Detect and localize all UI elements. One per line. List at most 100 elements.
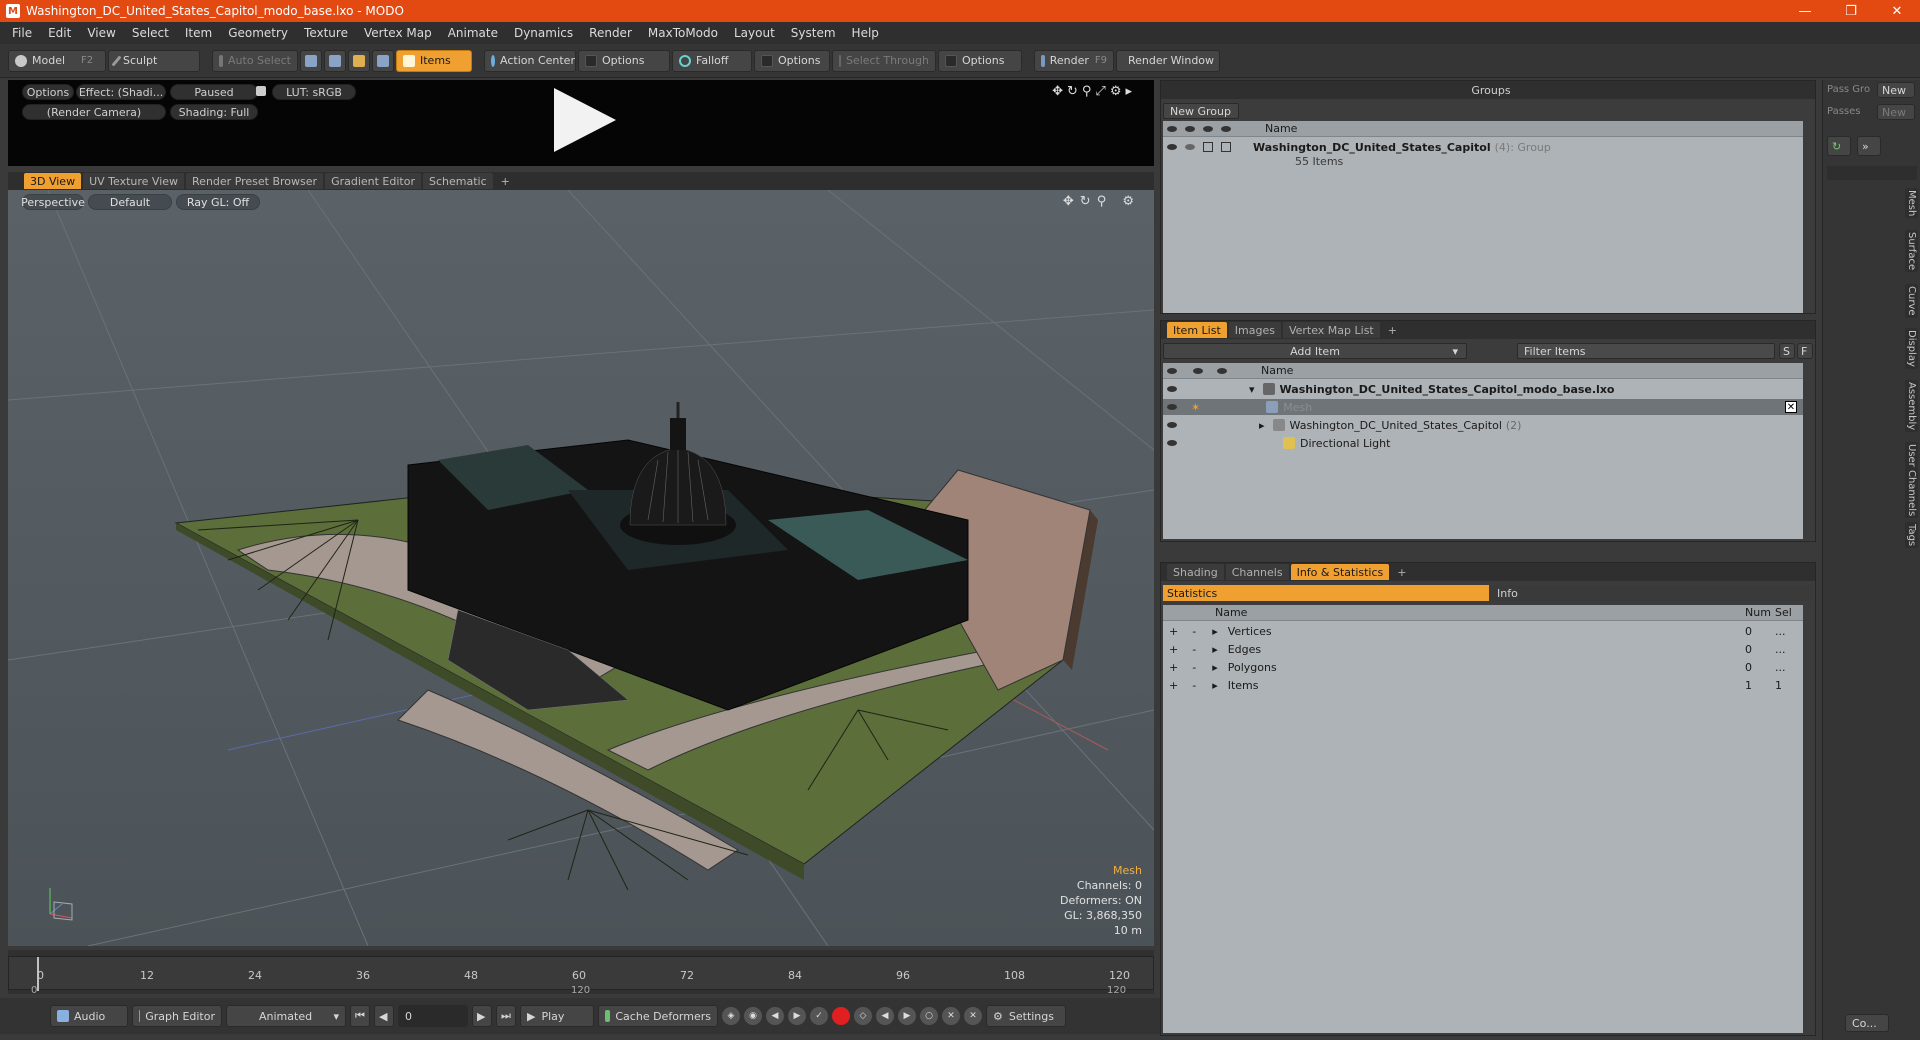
cache-deformers-button[interactable]: Cache Deformers	[598, 1005, 718, 1027]
new-group-button[interactable]: New Group	[1163, 103, 1239, 119]
viewport-nav-icons[interactable]: ✥↻⚲ ⚙	[1063, 194, 1140, 209]
tab-uv-texture-view[interactable]: UV Texture View	[83, 173, 185, 189]
channel-icon[interactable]: ○	[920, 1007, 938, 1025]
menu-select[interactable]: Select	[124, 26, 177, 40]
add-tab-button[interactable]: +	[495, 173, 516, 189]
command-input[interactable]: Co...	[1845, 1014, 1889, 1032]
statistics-table[interactable]: Name Num Sel + - ▸ Vertices 0 ... + - ▸ Edge…	[1163, 605, 1803, 1033]
3d-viewport[interactable]: Perspective Default Ray GL: Off ✥↻⚲ ⚙ Me…	[8, 190, 1154, 946]
visibility-icon[interactable]	[1167, 404, 1177, 410]
record-icon[interactable]	[832, 1007, 850, 1025]
tab-shading[interactable]: Shading	[1167, 564, 1224, 580]
falloff-button[interactable]: Falloff	[672, 49, 752, 72]
edges-mode-button[interactable]	[324, 49, 346, 72]
menu-edit[interactable]: Edit	[40, 26, 79, 40]
prev-key-icon[interactable]: ◀	[766, 1007, 784, 1025]
menu-render[interactable]: Render	[581, 26, 640, 40]
side-tab-mesh[interactable]: Mesh	[1905, 188, 1918, 219]
menu-help[interactable]: Help	[844, 26, 887, 40]
close-icon[interactable]: ✕	[1874, 0, 1920, 22]
select-checkbox[interactable]	[1203, 142, 1213, 152]
render-button[interactable]: Render F9	[1034, 49, 1114, 72]
stats-row[interactable]: + - ▸ Edges 0 ...	[1163, 641, 1803, 657]
chevron-down-icon[interactable]: ▾	[1249, 383, 1255, 396]
tab-channels[interactable]: Channels	[1225, 564, 1289, 580]
menu-vertex-map[interactable]: Vertex Map	[356, 26, 440, 40]
default-style-dropdown[interactable]: Default	[88, 194, 172, 210]
lock-icon[interactable]	[256, 86, 266, 96]
polygons-mode-button[interactable]	[348, 49, 370, 72]
menu-geometry[interactable]: Geometry	[220, 26, 296, 40]
item-row-group[interactable]: ▸ Washington_DC_United_States_Capitol (2…	[1163, 417, 1803, 433]
visibility-icon[interactable]	[1167, 144, 1177, 150]
channel-remove-icon[interactable]: ✕	[964, 1007, 982, 1025]
menu-texture[interactable]: Texture	[296, 26, 356, 40]
render-toggle-icon[interactable]: ✶	[1191, 401, 1200, 414]
settings-button[interactable]: ⚙ Settings	[986, 1005, 1066, 1027]
tab-render-preset-browser[interactable]: Render Preset Browser	[186, 173, 324, 189]
side-tab-tags[interactable]: Tags	[1905, 522, 1918, 549]
menu-dynamics[interactable]: Dynamics	[506, 26, 581, 40]
visibility-icon[interactable]	[1167, 440, 1177, 446]
side-tab-user-channels[interactable]: User Channels	[1905, 442, 1918, 519]
audio-button[interactable]: Audio	[50, 1005, 128, 1027]
action-center-button[interactable]: Action Center	[484, 49, 576, 72]
preview-options-button[interactable]: Options	[22, 84, 74, 100]
raygl-dropdown[interactable]: Ray GL: Off	[176, 194, 260, 210]
timeline-ruler[interactable]: 0 12 24 36 48 60 72 84 96 108 120 0 120 …	[8, 956, 1154, 996]
minus-icon[interactable]: -	[1192, 643, 1196, 656]
filter-items-input[interactable]: Filter Items	[1517, 343, 1775, 359]
plus-icon[interactable]: +	[1169, 625, 1178, 638]
side-tab-surface[interactable]: Surface	[1905, 230, 1918, 273]
tab-vertex-map-list[interactable]: Vertex Map List	[1282, 322, 1380, 338]
refresh-icon[interactable]: ↻	[1827, 136, 1851, 156]
channel-delete-icon[interactable]: ✕	[942, 1007, 960, 1025]
menu-system[interactable]: System	[783, 26, 844, 40]
render-window-button[interactable]: Render Window	[1116, 49, 1220, 72]
go-to-end-button[interactable]: ⏭	[496, 1005, 516, 1027]
sculpt-button[interactable]: Sculpt	[108, 49, 200, 72]
auto-select-button[interactable]: Auto Select	[212, 49, 298, 72]
key-filter-icon[interactable]: ◇	[854, 1007, 872, 1025]
skip-forward-icon[interactable]: ▶	[898, 1007, 916, 1025]
add-item-dropdown[interactable]: Add Item ▾	[1163, 343, 1467, 359]
graph-editor-button[interactable]: Graph Editor	[132, 1005, 222, 1027]
filter-s-button[interactable]: S	[1779, 343, 1795, 359]
tab-images[interactable]: Images	[1228, 322, 1281, 338]
group-row[interactable]: Washington_DC_United_States_Capitol (4) …	[1163, 139, 1551, 155]
frame-input[interactable]: 0	[398, 1005, 468, 1027]
action-center-options-button[interactable]: Options	[578, 49, 670, 72]
render-checkbox[interactable]	[1221, 142, 1231, 152]
item-tree[interactable]: Name ▾ Washington_DC_United_States_Capit…	[1163, 363, 1803, 539]
play-button[interactable]: ▶ Play	[520, 1005, 594, 1027]
select-through-button[interactable]: Select Through	[832, 49, 936, 72]
tab-schematic[interactable]: Schematic	[423, 173, 493, 189]
side-tab-assembly[interactable]: Assembly	[1905, 380, 1918, 433]
lock-icon[interactable]	[1185, 144, 1195, 150]
tab-gradient-editor[interactable]: Gradient Editor	[325, 173, 421, 189]
preview-nav-icons[interactable]: ✥↻⚲⤢⚙▸	[1052, 84, 1136, 99]
paused-toggle[interactable]: Paused	[170, 84, 258, 100]
plus-icon[interactable]: +	[1169, 643, 1178, 656]
item-row-light[interactable]: Directional Light	[1163, 435, 1803, 451]
info-tab[interactable]: Info	[1491, 585, 1813, 601]
perspective-dropdown[interactable]: Perspective	[21, 194, 85, 210]
items-mode-button[interactable]: Items	[396, 49, 472, 72]
chevron-right-icon[interactable]: ▸	[1212, 643, 1218, 656]
play-icon[interactable]	[554, 88, 616, 152]
new-pass-group-button[interactable]: New	[1877, 82, 1915, 98]
stats-row[interactable]: + - ▸ Items 1 1	[1163, 677, 1803, 693]
plus-icon[interactable]: +	[1169, 661, 1178, 674]
chevron-right-icon[interactable]: ▸	[1212, 625, 1218, 638]
shading-dropdown[interactable]: Shading: Full	[170, 104, 258, 120]
auto-key-icon[interactable]: ◉	[744, 1007, 762, 1025]
chevron-right-icon[interactable]: ▸	[1259, 419, 1265, 432]
vertices-mode-button[interactable]	[300, 49, 322, 72]
tab-item-list[interactable]: Item List	[1167, 322, 1227, 338]
animated-dropdown[interactable]: Animated ▾	[226, 1005, 346, 1027]
camera-dropdown[interactable]: (Render Camera)	[22, 104, 166, 120]
minus-icon[interactable]: -	[1192, 679, 1196, 692]
falloff-options-button[interactable]: Options	[754, 49, 830, 72]
effect-dropdown[interactable]: Effect: (Shadi...	[76, 84, 166, 100]
skip-back-icon[interactable]: ◀	[876, 1007, 894, 1025]
